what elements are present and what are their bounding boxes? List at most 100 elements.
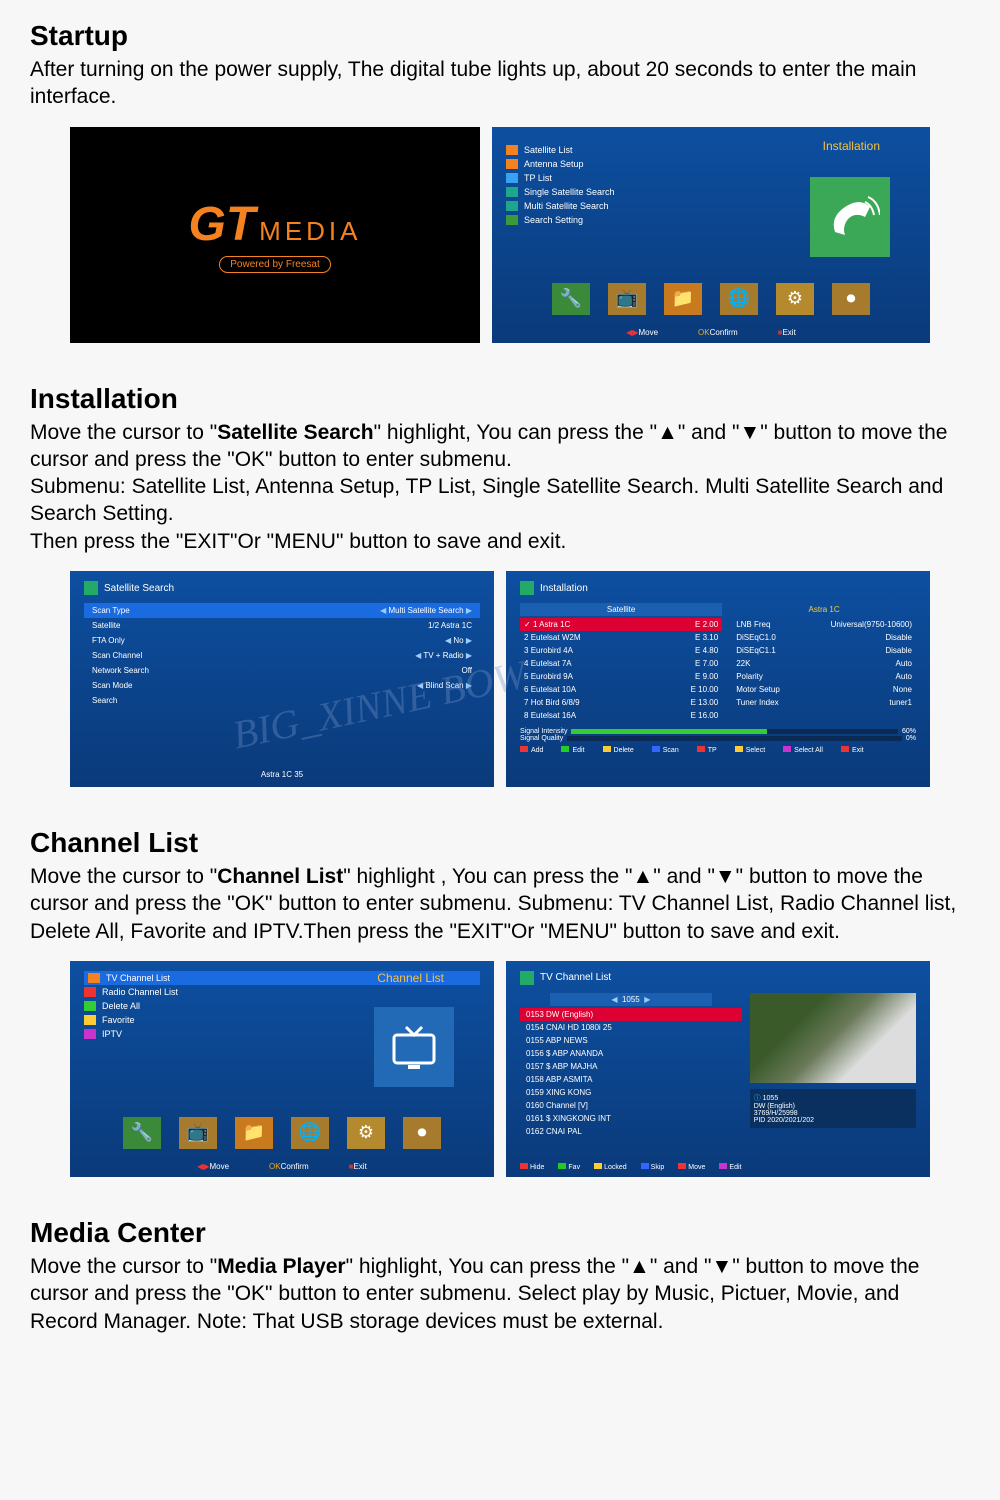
startup-title: Startup [30,20,970,52]
channel-row: 0159 XING KONG [520,1086,742,1099]
channel-menu-screenshot: Channel List TV Channel List Radio Chann… [70,961,494,1177]
prop-row: Tuner Indextuner1 [732,696,916,709]
menu-icon [506,173,518,183]
menu-icon [506,215,518,225]
nav-record-icon: ⏺ [403,1117,441,1149]
table-row: FTA Only◀ No ▶ [84,633,480,648]
startup-screenshots: GT MEDIA Powered by Freesat Installation… [30,127,970,343]
search-settings-table: Scan Type◀ Multi Satellite Search ▶ Sate… [84,603,480,708]
logo-subtitle: Powered by Freesat [219,256,331,273]
channel-row: 0160 Channel [V] [520,1099,742,1112]
nav-tool-icon: 🔧 [123,1117,161,1149]
bottom-nav-bar: 🔧 📺 📁 🌐 ⚙ ⏺ [492,283,930,315]
prop-row: DiSEqC1.1Disable [732,644,916,657]
boot-logo-screenshot: GT MEDIA Powered by Freesat [70,127,480,343]
menu-icon [84,987,96,997]
channel-row: 0158 ABP ASMITA [520,1073,742,1086]
nav-globe-icon: 🌐 [291,1117,329,1149]
tv-channel-list-screenshot: TV Channel List ◀ 1055 ▶ 0153 DW (Englis… [506,961,930,1177]
channel-count: ◀ 1055 ▶ [550,993,712,1006]
channel-row: 0153 DW (English) [520,1008,742,1021]
table-row: Scan Channel◀ TV + Radio ▶ [84,648,480,663]
table-row: Search [84,693,480,708]
sat-row: 3 Eurobird 4AE 4.80 [520,644,722,657]
table-row: Scan Type◀ Multi Satellite Search ▶ [84,603,480,618]
prop-row: DiSEqC1.0Disable [732,631,916,644]
prop-row: Motor SetupNone [732,683,916,696]
footer-hints: ◀▶Move OKConfirm ■Exit [70,1162,494,1171]
title-icon [520,581,534,595]
installation-body: Move the cursor to "Satellite Search" hi… [30,419,970,555]
channel-row: 0162 CNAI PAL [520,1125,742,1138]
title-icon [84,581,98,595]
menu-icon [84,1015,96,1025]
installation-header: Installation [823,139,880,153]
menu-icon [88,973,100,983]
title-icon [520,971,534,985]
footer-text: Astra 1C 35 [84,770,480,779]
nav-gear-icon: ⚙ [347,1117,385,1149]
satellite-list-screenshot: Installation Satellite ✓ 1 Astra 1CE 2.0… [506,571,930,787]
nav-tool-icon: 🔧 [552,283,590,315]
preview-column: ⓘ 1055 DW (English) 3769/H/25998 PID 202… [750,993,916,1138]
signal-quality-bar: Signal Quality0% [520,735,916,742]
channel-row: 0161 $ XINGKONG INT [520,1112,742,1125]
table-row: Network SearchOff [84,663,480,678]
satellite-list: Satellite ✓ 1 Astra 1CE 2.00 2 Eutelsat … [520,603,722,722]
channel-row: 0155 ABP NEWS [520,1034,742,1047]
channel-list-section: Channel List Move the cursor to "Channel… [30,827,970,1177]
video-preview [750,993,916,1083]
nav-folder-icon: 📁 [235,1117,273,1149]
installation-title: Installation [30,383,970,415]
nav-folder-icon: 📁 [664,283,702,315]
table-row: Scan Mode◀ Blind Scan ▶ [84,678,480,693]
sat-row: 2 Eutelsat W2ME 3.10 [520,631,722,644]
channel-list-body: Move the cursor to "Channel List" highli… [30,863,970,945]
installation-menu-screenshot: Installation Satellite List Antenna Setu… [492,127,930,343]
satellite-search-screenshot: Satellite Search Scan Type◀ Multi Satell… [70,571,494,787]
gtmedia-logo: GT MEDIA [189,197,362,252]
nav-globe-icon: 🌐 [720,283,758,315]
tv-icon [374,1007,454,1087]
menu-icon [84,1001,96,1011]
channel-info: ⓘ 1055 DW (English) 3769/H/25998 PID 202… [750,1089,916,1128]
panel-title: TV Channel List [520,971,916,985]
panel-title: Satellite Search [84,581,480,595]
channel-column: ◀ 1055 ▶ 0153 DW (English) 0154 CNAI HD … [520,993,742,1138]
nav-gear-icon: ⚙ [776,283,814,315]
channel-row: 0157 $ ABP MAJHA [520,1060,742,1073]
media-center-section: Media Center Move the cursor to "Media P… [30,1217,970,1335]
installation-screenshots: Satellite Search Scan Type◀ Multi Satell… [30,571,970,787]
startup-section: Startup After turning on the power suppl… [30,20,970,343]
sat-row: 7 Hot Bird 6/8/9E 13.00 [520,696,722,709]
nav-tv-icon: 📺 [179,1117,217,1149]
startup-body: After turning on the power supply, The d… [30,56,970,111]
satellite-props: Astra 1C LNB FreqUniversal(9750-10600) D… [732,603,916,722]
sat-row: 5 Eurobird 9AE 9.00 [520,670,722,683]
prop-row: 22KAuto [732,657,916,670]
menu-icon [506,187,518,197]
signal-intensity-bar: Signal Intensity60% [520,728,916,735]
sat-row: ✓ 1 Astra 1CE 2.00 [520,618,722,631]
channel-list-header: Channel List [377,971,444,985]
satellite-icon [810,177,890,257]
menu-icon [506,159,518,169]
channel-row: 0156 $ ABP ANANDA [520,1047,742,1060]
satellite-columns: Satellite ✓ 1 Astra 1CE 2.00 2 Eutelsat … [520,603,916,722]
menu-icon [506,145,518,155]
legend: Hide Fav Locked Skip Move Edit [520,1163,741,1171]
signal-bars: Signal Intensity60% Signal Quality0% [520,728,916,742]
prop-row: LNB FreqUniversal(9750-10600) [732,618,916,631]
menu-item: Radio Channel List [84,985,480,999]
table-row: Satellite1/2 Astra 1C [84,618,480,633]
nav-record-icon: ⏺ [832,283,870,315]
menu-icon [506,201,518,211]
bottom-nav-bar: 🔧 📺 📁 🌐 ⚙ ⏺ [70,1117,494,1149]
nav-tv-icon: 📺 [608,283,646,315]
sat-row: 4 Eutelsat 7AE 7.00 [520,657,722,670]
channel-row: 0154 CNAI HD 1080i 25 [520,1021,742,1034]
sat-row: 6 Eutelsat 10AE 10.00 [520,683,722,696]
channel-list-title: Channel List [30,827,970,859]
legend: Add Edit Delete Scan TP Select Select Al… [520,746,916,754]
media-center-title: Media Center [30,1217,970,1249]
